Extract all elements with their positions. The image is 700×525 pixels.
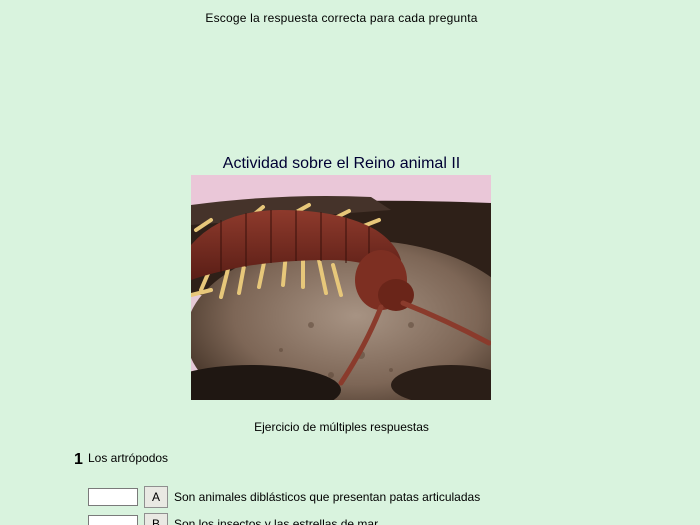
page: Escoge la respuesta correcta para cada p… xyxy=(0,0,700,525)
activity-title: Actividad sobre el Reino animal II xyxy=(222,155,461,172)
answer-input-b[interactable] xyxy=(88,515,138,525)
option-b: B Son los insectos y las estrellas de ma… xyxy=(88,513,378,525)
option-a-button[interactable]: A xyxy=(144,486,168,508)
option-b-button[interactable]: B xyxy=(144,513,168,525)
answer-input-a[interactable] xyxy=(88,488,138,506)
question-text: Los artrópodos xyxy=(88,451,169,465)
centipede-photo xyxy=(191,175,491,400)
option-b-text: Son los insectos y las estrellas de mar xyxy=(174,517,379,525)
option-a: A Son animales diblásticos que presentan… xyxy=(88,486,480,508)
exercise-type-label: Ejercicio de múltiples respuestas xyxy=(254,420,429,434)
instruction-text: Escoge la respuesta correcta para cada p… xyxy=(205,11,478,25)
option-a-text: Son animales diblásticos que presentan p… xyxy=(174,490,481,504)
question-number: 1 xyxy=(74,451,83,468)
